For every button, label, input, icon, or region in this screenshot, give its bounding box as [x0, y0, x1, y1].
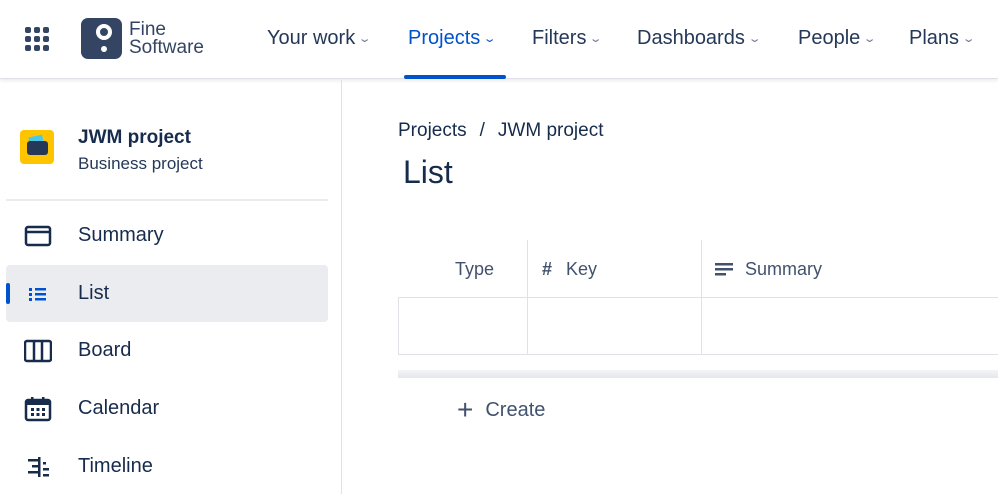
- sidebar-item-label: Summary: [78, 224, 164, 246]
- nav-filters[interactable]: Filters ⌄: [532, 27, 603, 50]
- sidebar-item-timeline[interactable]: Timeline: [6, 438, 328, 495]
- divider: [6, 199, 328, 201]
- sidebar-item-label: Calendar: [78, 397, 160, 419]
- logo-icon[interactable]: [81, 18, 122, 59]
- plus-icon: +: [457, 394, 474, 425]
- breadcrumb: Projects / JWM project: [398, 120, 604, 142]
- list-icon: [29, 288, 46, 301]
- table-border: [398, 297, 998, 298]
- page-title: List: [403, 154, 453, 190]
- table-border: [398, 354, 998, 355]
- active-indicator: [6, 283, 10, 304]
- breadcrumb-projects[interactable]: Projects: [398, 120, 467, 142]
- top-navigation: Fine Software Your work ⌄ Projects ⌄ Filter…: [0, 0, 998, 79]
- sidebar-item-board[interactable]: Board: [6, 322, 328, 379]
- text-lines-icon: [715, 263, 733, 276]
- hash-icon: #: [542, 258, 553, 279]
- calendar-icon: [24, 397, 52, 422]
- column-header-type[interactable]: Type: [455, 240, 494, 298]
- chevron-down-icon: ⌄: [747, 33, 762, 45]
- board-icon: [24, 339, 52, 363]
- sidebar-item-label: Board: [78, 339, 132, 361]
- chevron-down-icon: ⌄: [589, 33, 603, 45]
- chevron-down-icon: ⌄: [482, 33, 497, 45]
- nav-plans[interactable]: Plans ⌄: [909, 27, 976, 50]
- project-type: Business project: [78, 154, 203, 173]
- sidebar-item-label: Timeline: [78, 455, 153, 477]
- project-avatar-icon: [20, 130, 54, 164]
- breadcrumb-separator: /: [479, 120, 485, 141]
- breadcrumb-project[interactable]: JWM project: [498, 120, 604, 142]
- timeline-icon: [28, 457, 49, 477]
- logo-text[interactable]: Fine Software: [129, 20, 204, 57]
- nav-people[interactable]: People ⌄: [798, 27, 877, 50]
- active-nav-underline: [404, 75, 506, 79]
- project-name: JWM project: [78, 127, 191, 148]
- summary-icon: [24, 225, 52, 247]
- sidebar-item-list[interactable]: List: [6, 265, 328, 322]
- nav-your-work[interactable]: Your work ⌄: [267, 27, 372, 50]
- chevron-down-icon: ⌄: [862, 33, 877, 45]
- sidebar-item-label: List: [78, 282, 110, 304]
- chevron-down-icon: ⌄: [961, 33, 976, 45]
- create-button[interactable]: + Create: [457, 394, 545, 425]
- column-header-key[interactable]: # Key: [542, 240, 597, 298]
- table-border: [398, 297, 399, 355]
- table-footer-shadow: [398, 370, 998, 378]
- sidebar-item-summary[interactable]: Summary: [6, 207, 328, 264]
- sidebar-item-calendar[interactable]: Calendar: [6, 380, 328, 437]
- nav-projects[interactable]: Projects ⌄: [408, 27, 497, 50]
- nav-dashboards[interactable]: Dashboards ⌄: [637, 27, 762, 50]
- app-switcher-icon[interactable]: [25, 27, 49, 51]
- column-header-summary[interactable]: Summary: [715, 240, 822, 298]
- chevron-down-icon: ⌄: [357, 33, 372, 45]
